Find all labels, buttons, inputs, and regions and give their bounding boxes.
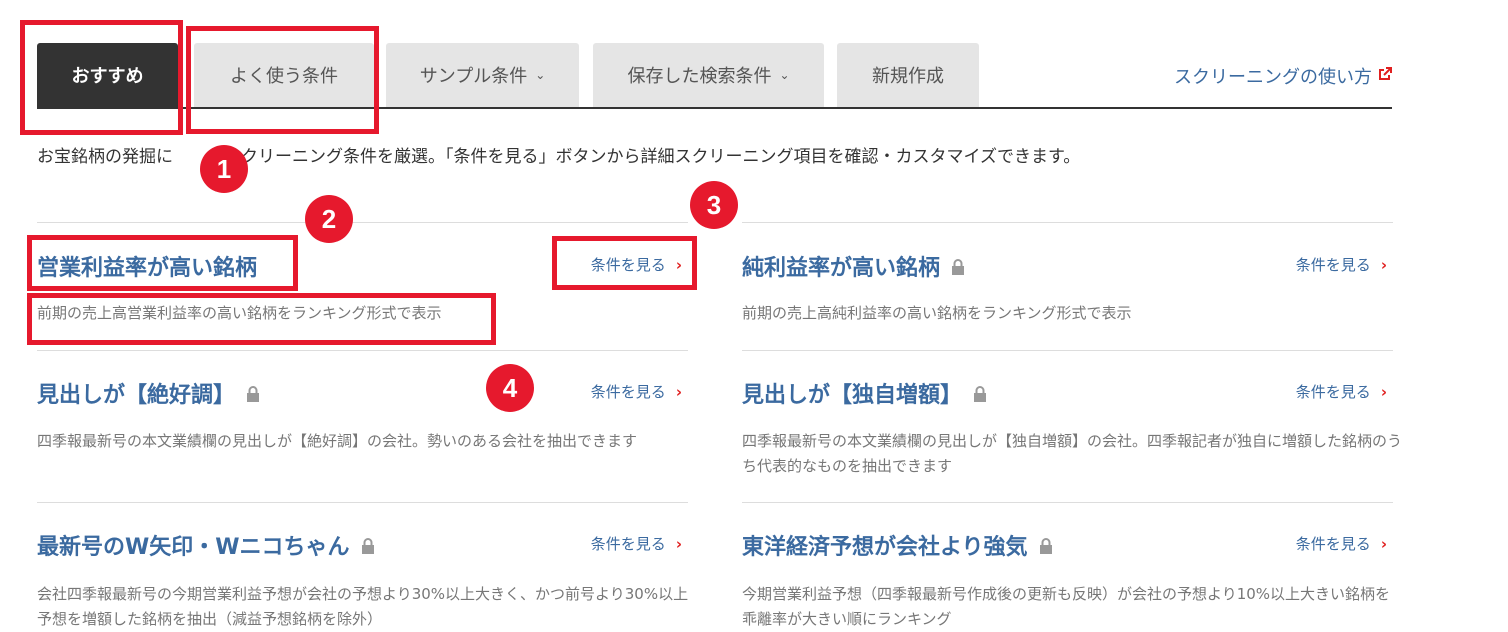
screening-card: 東洋経済予想が会社より強気 条件を見る › 今期営業利益予想（四季報最新号作成後の… [742, 502, 1393, 630]
tab-saved-conditions[interactable]: 保存した検索条件 ⌄ [593, 43, 824, 107]
view-conditions-link[interactable]: 条件を見る › [1296, 254, 1387, 275]
card-description: 前期の売上高純利益率の高い銘柄をランキング形式で表示 [742, 304, 1132, 322]
annotation-box [186, 26, 379, 134]
lock-icon [1038, 536, 1054, 554]
tab-label: 新規作成 [872, 66, 944, 87]
card-title[interactable]: 見出しが【独自増額】 [742, 377, 988, 409]
annotation-box [552, 236, 697, 290]
divider [742, 222, 1393, 223]
lock-icon [950, 257, 966, 275]
annotation-box [27, 293, 496, 345]
card-title[interactable]: 東洋経済予想が会社より強気 [742, 529, 1054, 561]
card-description: 今期営業利益予想（四季報最新号作成後の更新も反映）が会社の予想より10%以上大き… [742, 585, 1391, 628]
screening-card: 最新号のW矢印・Wニコちゃん 条件を見る › 会社四季報最新号の今期営業利益予想が… [37, 502, 688, 630]
howto-link[interactable]: スクリーニングの使い方 [1174, 63, 1392, 89]
view-conditions-link[interactable]: 条件を見る › [1296, 381, 1387, 402]
lock-icon [972, 384, 988, 402]
howto-label: スクリーニングの使い方 [1174, 67, 1372, 88]
intro-text: お宝銘柄の発掘に スクリーニング条件を厳選。「条件を見る」ボタンから詳細スクリー… [37, 147, 1081, 167]
annotation-number: 2 [305, 195, 353, 243]
divider [742, 350, 1393, 351]
annotation-number: 4 [486, 364, 534, 412]
lock-icon [245, 384, 261, 402]
divider [37, 350, 688, 351]
screening-card: 純利益率が高い銘柄 条件を見る › 前期の売上高純利益率の高い銘柄をランキング形式… [742, 222, 1393, 350]
view-conditions-link[interactable]: 条件を見る › [591, 533, 682, 554]
annotation-box [27, 235, 298, 291]
tab-new[interactable]: 新規作成 [837, 43, 979, 107]
screening-card: 見出しが【独自増額】 条件を見る › 四季報最新号の本文業績欄の見出しが【独自増額… [742, 350, 1402, 502]
card-title[interactable]: 見出しが【絶好調】 [37, 377, 261, 409]
divider [37, 502, 688, 503]
chevron-down-icon: ⌄ [535, 68, 546, 82]
tab-label: サンプル条件 [419, 66, 528, 87]
annotation-number: 3 [690, 181, 738, 229]
view-conditions-link[interactable]: 条件を見る › [1296, 533, 1387, 554]
divider [37, 222, 688, 223]
annotation-box [20, 20, 183, 135]
tab-sample-conditions[interactable]: サンプル条件 ⌄ [386, 43, 579, 107]
card-title[interactable]: 最新号のW矢印・Wニコちゃん [37, 529, 376, 561]
card-description: 四季報最新号の本文業績欄の見出しが【独自増額】の会社。四季報記者が独自に増額した… [742, 432, 1403, 475]
external-link-icon [1378, 67, 1392, 85]
view-conditions-link[interactable]: 条件を見る › [591, 381, 682, 402]
annotation-number: 1 [200, 145, 248, 193]
divider [742, 502, 1393, 503]
lock-icon [360, 536, 376, 554]
screening-card: 見出しが【絶好調】 条件を見る › 四季報最新号の本文業績欄の見出しが【絶好調】の… [37, 350, 688, 502]
tab-label: 保存した検索条件 [627, 66, 772, 87]
card-title[interactable]: 純利益率が高い銘柄 [742, 250, 966, 282]
card-description: 四季報最新号の本文業績欄の見出しが【絶好調】の会社。勢いのある会社を抽出できます [37, 432, 638, 450]
card-description: 会社四季報最新号の今期営業利益予想が会社の予想より30%以上大きく、かつ前号より… [37, 585, 689, 628]
chevron-down-icon: ⌄ [779, 68, 790, 82]
